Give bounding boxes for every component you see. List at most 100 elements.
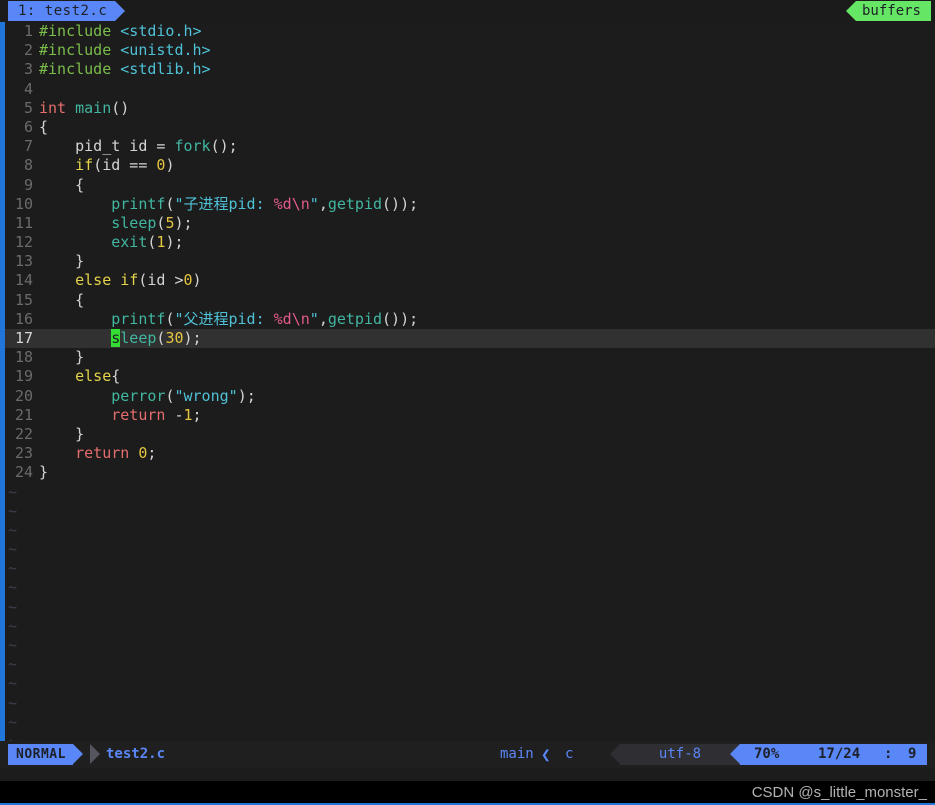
code-line[interactable]: 13 } bbox=[0, 252, 935, 271]
code-token: getpid bbox=[327, 194, 383, 213]
tilde-icon: ~ bbox=[8, 712, 18, 731]
code-line[interactable]: 19 else{ bbox=[0, 367, 935, 386]
code-line[interactable]: 15 { bbox=[0, 291, 935, 310]
code-token: #include bbox=[39, 41, 121, 60]
code-token: <stdlib.h> bbox=[120, 60, 211, 79]
code-token: ; bbox=[192, 405, 202, 424]
code-line[interactable]: 16 printf("父进程pid: %d\n",getpid()); bbox=[0, 310, 935, 329]
status-separator-icon bbox=[90, 744, 100, 764]
empty-line-marker: ~ bbox=[0, 674, 935, 693]
code-text: exit(1); bbox=[39, 233, 183, 251]
code-line[interactable]: 22 } bbox=[0, 425, 935, 444]
code-token: return bbox=[111, 405, 166, 424]
code-token: perror bbox=[111, 386, 166, 405]
code-line[interactable]: 23 return 0; bbox=[0, 444, 935, 463]
code-line[interactable]: 14 else if(id >0) bbox=[0, 271, 935, 290]
text-cursor: s bbox=[111, 329, 121, 347]
code-token: ; bbox=[147, 444, 157, 463]
line-number: 14 bbox=[14, 271, 33, 290]
code-line[interactable]: 4 bbox=[0, 80, 935, 99]
code-line[interactable]: 2 #include <unistd.h> bbox=[0, 41, 935, 60]
empty-line-marker: ~ bbox=[0, 521, 935, 540]
code-token: (id > bbox=[138, 271, 184, 290]
code-token: main bbox=[75, 98, 112, 117]
code-token: else if bbox=[75, 271, 139, 290]
code-token: <unistd.h> bbox=[120, 41, 211, 60]
code-text: pid_t id = fork(); bbox=[39, 137, 238, 155]
code-line[interactable]: 11 sleep(5); bbox=[0, 214, 935, 233]
tab-test2-c[interactable]: 1: test2.c bbox=[8, 1, 126, 21]
code-text: else{ bbox=[39, 367, 120, 385]
code-text: printf("子进程pid: %d\n",getpid()); bbox=[39, 195, 418, 213]
empty-line-marker: ~ bbox=[0, 578, 935, 597]
code-line[interactable]: 17 sleep(30); bbox=[0, 329, 935, 349]
code-token: ()); bbox=[382, 194, 419, 213]
tilde-icon: ~ bbox=[8, 520, 18, 539]
code-line[interactable]: 18 } bbox=[0, 348, 935, 367]
code-token: if bbox=[75, 156, 94, 175]
code-text: { bbox=[39, 118, 48, 136]
empty-line-marker: ~ bbox=[0, 559, 935, 578]
empty-line-marker: ~ bbox=[0, 598, 935, 617]
line-number: 21 bbox=[14, 405, 33, 424]
code-text: } bbox=[39, 252, 84, 270]
line-number: 6 bbox=[23, 117, 33, 136]
code-token: } bbox=[39, 348, 85, 367]
code-token: else bbox=[75, 367, 112, 386]
code-line[interactable]: 9 { bbox=[0, 176, 935, 195]
tabline: 1: test2.c buffers bbox=[0, 0, 935, 22]
code-token: leep bbox=[120, 329, 157, 347]
line-number: 20 bbox=[14, 386, 33, 405]
code-line[interactable]: 12 exit(1); bbox=[0, 233, 935, 252]
code-token: "wrong" bbox=[174, 386, 238, 405]
code-text: { bbox=[39, 291, 84, 309]
line-number: 12 bbox=[14, 233, 33, 252]
code-text: #include <stdio.h> bbox=[39, 22, 202, 40]
code-token: , bbox=[318, 194, 328, 213]
tilde-icon: ~ bbox=[8, 655, 18, 674]
code-line[interactable]: 21 return -1; bbox=[0, 406, 935, 425]
status-percent: 70% bbox=[754, 746, 780, 762]
empty-line-marker: ~ bbox=[0, 502, 935, 521]
code-token: %d\n bbox=[273, 309, 310, 328]
code-token: 1 bbox=[183, 405, 193, 424]
code-text: if(id == 0) bbox=[39, 156, 174, 174]
code-line[interactable]: 8 if(id == 0) bbox=[0, 156, 935, 175]
code-buffer[interactable]: 1 #include <stdio.h> 2 #include <unistd.h> 3… bbox=[0, 22, 935, 750]
line-number: 16 bbox=[14, 309, 33, 328]
code-token: ) bbox=[192, 271, 202, 290]
code-line[interactable]: 20 perror("wrong"); bbox=[0, 387, 935, 406]
code-line[interactable]: 10 printf("子进程pid: %d\n",getpid()); bbox=[0, 195, 935, 214]
code-token: 30 bbox=[165, 329, 184, 347]
line-number: 15 bbox=[14, 290, 33, 309]
line-number: 4 bbox=[23, 79, 33, 98]
line-number: 8 bbox=[23, 156, 33, 175]
code-token: "子进程pid: bbox=[174, 194, 274, 213]
code-token: fork bbox=[174, 137, 211, 156]
code-line[interactable]: 3 #include <stdlib.h> bbox=[0, 60, 935, 79]
code-line[interactable]: 7 pid_t id = fork(); bbox=[0, 137, 935, 156]
code-line[interactable]: 6{ bbox=[0, 118, 935, 137]
tilde-icon: ~ bbox=[8, 597, 18, 616]
code-token: " bbox=[309, 309, 319, 328]
code-token: (); bbox=[210, 137, 238, 156]
buffers-label[interactable]: buffers bbox=[845, 1, 931, 21]
code-line[interactable]: 24} bbox=[0, 463, 935, 482]
code-line[interactable]: 1 #include <stdio.h> bbox=[0, 22, 935, 41]
line-number: 22 bbox=[14, 424, 33, 443]
line-number: 2 bbox=[23, 41, 33, 60]
status-colon: : bbox=[884, 746, 893, 762]
line-number: 17 bbox=[14, 329, 33, 347]
status-filename: test2.c bbox=[106, 746, 166, 762]
code-text: #include <stdlib.h> bbox=[39, 60, 211, 78]
code-line[interactable]: 5 int main() bbox=[0, 99, 935, 118]
status-column: 9 bbox=[908, 746, 917, 762]
watermark-bar: CSDN @s_little_monster_ bbox=[0, 781, 935, 805]
